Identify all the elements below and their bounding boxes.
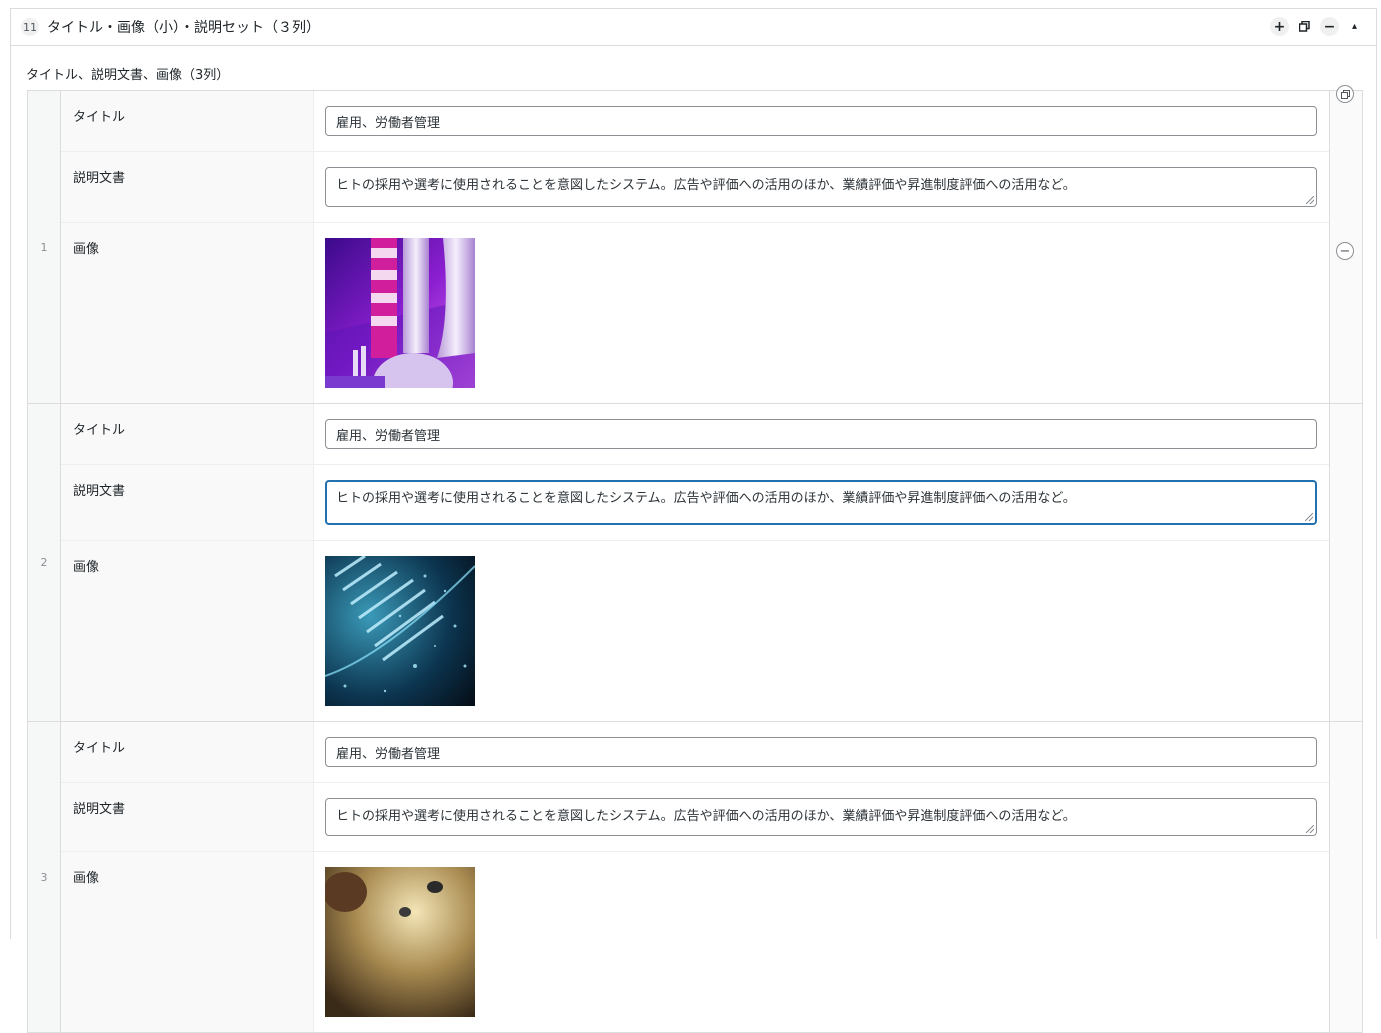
description-text: ヒトの採用や選考に使用されることを意図したシステム。広告や評価への活用のほか、業…	[336, 491, 1076, 506]
resize-handle-icon[interactable]	[1306, 825, 1314, 833]
description-textarea[interactable]: ヒトの採用や選考に使用されることを意図したシステム。広告や評価への活用のほか、業…	[325, 480, 1317, 525]
image-label: 画像	[61, 852, 314, 1032]
row-actions	[1330, 404, 1362, 721]
add-layout-button[interactable]: +	[1270, 17, 1289, 36]
title-field: タイトル 雇用、労働者管理	[61, 722, 1329, 783]
resize-handle-icon[interactable]	[1305, 513, 1313, 521]
description-field: 説明文書 ヒトの採用や選考に使用されることを意図したシステム。広告や評価への活用…	[61, 152, 1329, 223]
image-thumbnail[interactable]	[325, 867, 475, 1017]
row-index: 3	[40, 870, 48, 884]
row-fields: タイトル 雇用、労働者管理 説明文書 ヒトの採用や選考に使用されることを意図した…	[61, 404, 1330, 721]
description-field: 説明文書 ヒトの採用や選考に使用されることを意図したシステム。広告や評価への活用…	[61, 783, 1329, 852]
row-index: 1	[40, 240, 48, 254]
description-textarea[interactable]: ヒトの採用や選考に使用されることを意図したシステム。広告や評価への活用のほか、業…	[325, 798, 1317, 836]
layout-panel: 11 タイトル・画像（小）・説明セット（３列） + − ▴ タイトル、説明文書、…	[10, 8, 1377, 1033]
remove-layout-button[interactable]: −	[1320, 17, 1339, 36]
resize-handle-icon[interactable]	[1306, 196, 1314, 204]
repeater-row: 1 タイトル 雇用、労働者管理 説明文書 ヒトの採用や選考に使用されることを意図…	[28, 85, 1362, 404]
description-label: 説明文書	[61, 783, 314, 851]
description-text: ヒトの採用や選考に使用されることを意図したシステム。広告や評価への活用のほか、業…	[336, 178, 1076, 193]
description-label: 説明文書	[61, 465, 314, 540]
row-index: 2	[40, 556, 48, 569]
description-text: ヒトの採用や選考に使用されることを意図したシステム。広告や評価への活用のほか、業…	[336, 809, 1076, 824]
row-drag-handle[interactable]: 1	[28, 91, 61, 403]
image-label: 画像	[61, 223, 314, 403]
title-input[interactable]: 雇用、労働者管理	[325, 106, 1317, 136]
row-drag-handle[interactable]: 3	[28, 722, 61, 1032]
remove-row-icon[interactable]: −	[1336, 242, 1354, 260]
row-drag-handle[interactable]: 2	[28, 404, 61, 721]
layout-actions: + − ▴	[1270, 17, 1364, 36]
duplicate-row-icon[interactable]	[1336, 85, 1354, 103]
row-actions: −	[1330, 85, 1362, 403]
title-input[interactable]: 雇用、労働者管理	[325, 419, 1317, 449]
image-field: 画像	[61, 852, 1329, 1032]
duplicate-icon[interactable]	[1295, 17, 1314, 36]
title-input[interactable]: 雇用、労働者管理	[325, 737, 1317, 767]
layout-title: タイトル・画像（小）・説明セット（３列）	[47, 20, 320, 36]
image-thumbnail[interactable]	[325, 238, 475, 388]
title-field: タイトル 雇用、労働者管理	[61, 91, 1329, 152]
title-label: タイトル	[61, 404, 314, 464]
row-actions	[1330, 722, 1362, 1032]
collapse-toggle-icon[interactable]: ▴	[1345, 17, 1364, 36]
repeater-table: 1 タイトル 雇用、労働者管理 説明文書 ヒトの採用や選考に使用されることを意図…	[27, 85, 1363, 1033]
image-field: 画像	[61, 223, 1329, 403]
title-label: タイトル	[61, 91, 314, 151]
repeater-row: 2 タイトル 雇用、労働者管理 説明文書 ヒトの採用や選考に使用されることを意図…	[28, 404, 1362, 722]
repeater-field-label: タイトル、説明文書、画像（3列）	[26, 68, 230, 83]
title-field: タイトル 雇用、労働者管理	[61, 404, 1329, 465]
row-fields: タイトル 雇用、労働者管理 説明文書 ヒトの採用や選考に使用されることを意図した…	[61, 91, 1330, 403]
description-field: 説明文書 ヒトの採用や選考に使用されることを意図したシステム。広告や評価への活用…	[61, 465, 1329, 541]
image-thumbnail[interactable]	[325, 556, 475, 706]
repeater-row: 3 タイトル 雇用、労働者管理 説明文書 ヒトの採用や選考に使用されることを意図…	[28, 722, 1362, 1033]
image-field: 画像	[61, 541, 1329, 721]
row-fields: タイトル 雇用、労働者管理 説明文書 ヒトの採用や選考に使用されることを意図した…	[61, 722, 1330, 1032]
title-label: タイトル	[61, 722, 314, 782]
layout-order-badge: 11	[21, 18, 39, 36]
image-label: 画像	[61, 541, 314, 721]
layout-header[interactable]: 11 タイトル・画像（小）・説明セット（３列） + − ▴	[11, 9, 1376, 46]
description-textarea[interactable]: ヒトの採用や選考に使用されることを意図したシステム。広告や評価への活用のほか、業…	[325, 167, 1317, 207]
description-label: 説明文書	[61, 152, 314, 222]
